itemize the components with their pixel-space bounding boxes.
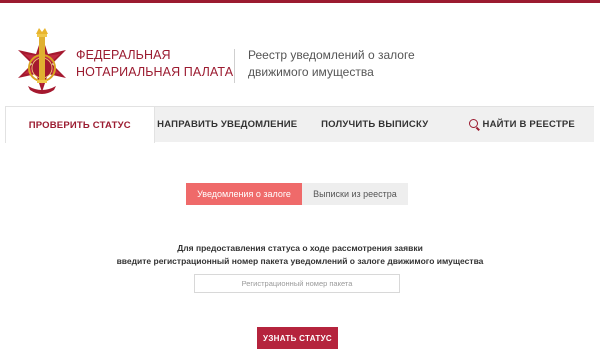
request-type-toggle: Уведомления о залоге Выписки из реестра	[186, 183, 408, 205]
tab-search-registry[interactable]: НАЙТИ В РЕЕСТРЕ	[449, 107, 594, 142]
tab-get-extract[interactable]: ПОЛУЧИТЬ ВЫПИСКУ	[300, 107, 449, 142]
org-name-line1: ФЕДЕРАЛЬНАЯ	[76, 48, 171, 62]
tab-get-extract-label: ПОЛУЧИТЬ ВЫПИСКУ	[321, 119, 429, 130]
registry-title: Реестр уведомлений о залоге движимого им…	[248, 47, 415, 81]
search-icon	[468, 119, 478, 128]
tab-send-notification[interactable]: НАПРАВИТЬ УВЕДОМЛЕНИЕ	[155, 107, 301, 142]
main-nav: ПРОВЕРИТЬ СТАТУС НАПРАВИТЬ УВЕДОМЛЕНИЕ П…	[5, 106, 594, 143]
tab-send-notification-label: НАПРАВИТЬ УВЕДОМЛЕНИЕ	[157, 119, 298, 130]
tab-check-status-label: ПРОВЕРИТЬ СТАТУС	[28, 119, 131, 131]
registry-title-line2: движимого имущества	[248, 65, 374, 79]
toggle-notifications-button[interactable]: Уведомления о залоге	[186, 183, 302, 205]
instruction-line2: введите регистрационный номер пакета уве…	[116, 256, 484, 266]
notary-chamber-logo[interactable]	[14, 28, 70, 98]
status-instruction: Для предоставления статуса о ходе рассмо…	[0, 242, 600, 268]
registration-number-input[interactable]	[194, 274, 400, 293]
organization-name: ФЕДЕРАЛЬНАЯ НОТАРИАЛЬНАЯ ПАЛАТА	[76, 47, 233, 81]
site-header: ФЕДЕРАЛЬНАЯ НОТАРИАЛЬНАЯ ПАЛАТА Реестр у…	[0, 3, 600, 105]
instruction-line1: Для предоставления статуса о ходе рассмо…	[177, 243, 423, 253]
tab-search-registry-label: НАЙТИ В РЕЕСТРЕ	[482, 119, 575, 130]
registry-title-line1: Реестр уведомлений о залоге	[248, 48, 415, 62]
toggle-extracts-button[interactable]: Выписки из реестра	[302, 183, 408, 205]
emblem-icon	[18, 28, 66, 94]
tab-check-status[interactable]: ПРОВЕРИТЬ СТАТУС	[5, 107, 155, 143]
check-status-button[interactable]: УЗНАТЬ СТАТУС	[257, 327, 338, 349]
org-name-line2: НОТАРИАЛЬНАЯ ПАЛАТА	[76, 65, 234, 79]
header-divider	[234, 49, 235, 83]
